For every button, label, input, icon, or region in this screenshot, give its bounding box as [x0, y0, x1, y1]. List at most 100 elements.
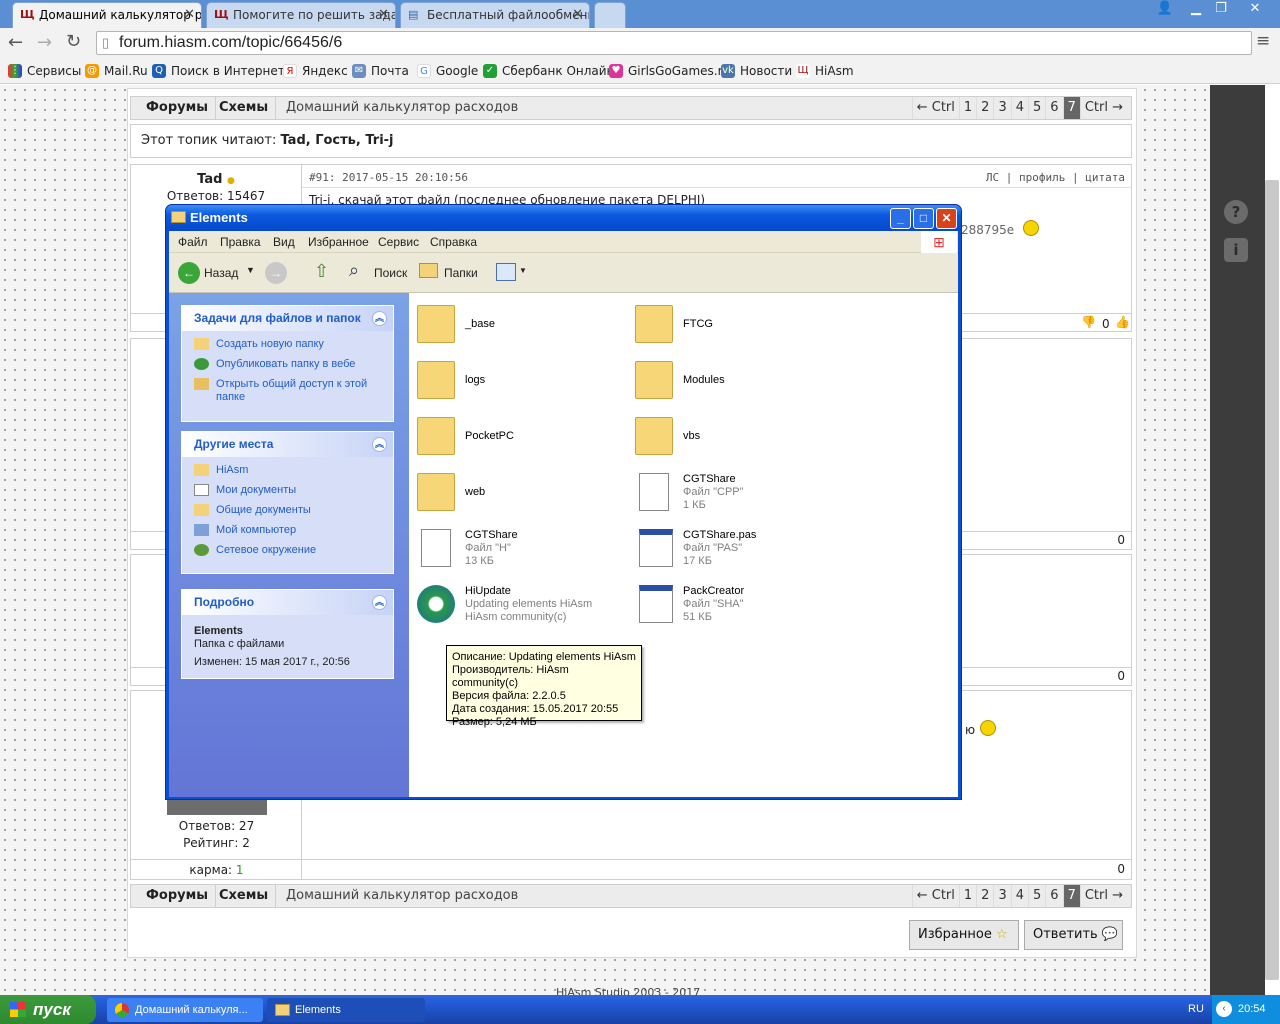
- bookmark-yandex[interactable]: Я Яндекс: [283, 62, 348, 80]
- close-window-icon[interactable]: ✕: [1240, 0, 1270, 18]
- collapse-icon[interactable]: ︽: [372, 311, 387, 326]
- page-link[interactable]: 2: [976, 885, 993, 907]
- forums-link[interactable]: Форумы: [139, 885, 216, 907]
- menu-edit[interactable]: Правка: [220, 231, 261, 253]
- menu-view[interactable]: Вид: [273, 231, 295, 253]
- bookmark-mail[interactable]: ✉ Почта: [352, 62, 409, 80]
- start-button[interactable]: пуск: [0, 995, 96, 1024]
- close-tab-icon[interactable]: ✕: [378, 3, 389, 27]
- bookmark-girlsgogames[interactable]: ♥ GirlsGoGames.ru: [609, 62, 730, 80]
- forums-link[interactable]: Форумы: [139, 97, 216, 119]
- page-link[interactable]: 3: [993, 885, 1010, 907]
- folder-item[interactable]: logs: [417, 357, 627, 405]
- reload-icon[interactable]: ↻: [66, 31, 81, 52]
- post-actions[interactable]: ЛС | профиль | цитата: [986, 171, 1125, 184]
- tray-expand-icon[interactable]: ‹: [1216, 1001, 1232, 1017]
- next-page-link[interactable]: Ctrl →: [1079, 885, 1127, 907]
- file-item[interactable]: CGTShare Файл "H" 13 КБ: [417, 525, 627, 573]
- place-network[interactable]: Сетевое окружение: [182, 544, 393, 557]
- reply-button[interactable]: Ответить 💬: [1024, 920, 1123, 950]
- task-publish-web[interactable]: Опубликовать папку в вебе: [182, 358, 393, 371]
- search-button[interactable]: Поиск: [374, 266, 407, 280]
- back-button[interactable]: Назад: [204, 266, 238, 280]
- info-icon[interactable]: i: [1224, 238, 1248, 262]
- dropdown-icon[interactable]: ▼: [246, 265, 255, 275]
- scrollbar-thumb[interactable]: [1265, 180, 1279, 980]
- maximize-icon[interactable]: □: [913, 208, 934, 229]
- bookmark-search[interactable]: Q Поиск в Интернете: [152, 62, 292, 80]
- close-icon[interactable]: ✕: [936, 208, 957, 229]
- restore-icon[interactable]: ❐: [1208, 0, 1234, 18]
- folder-item[interactable]: Modules: [635, 357, 845, 405]
- folder-item[interactable]: FTCG: [635, 301, 845, 349]
- schemes-link[interactable]: Схемы: [212, 885, 277, 907]
- dropdown-icon[interactable]: ▼: [519, 266, 527, 275]
- help-icon[interactable]: ?: [1224, 200, 1248, 224]
- folder-item[interactable]: vbs: [635, 413, 845, 461]
- schemes-link[interactable]: Схемы: [212, 97, 277, 119]
- thumb-down-icon[interactable]: 👎: [1081, 315, 1096, 329]
- page-link[interactable]: 4: [1010, 97, 1028, 119]
- search-icon[interactable]: ⌕: [349, 260, 359, 281]
- page-link[interactable]: 5: [1028, 97, 1045, 119]
- page-link[interactable]: 1: [958, 97, 976, 119]
- page-link[interactable]: 2: [976, 97, 993, 119]
- folder-item[interactable]: web: [417, 469, 627, 517]
- menu-help[interactable]: Справка: [430, 231, 477, 253]
- page-link[interactable]: 6: [1045, 885, 1062, 907]
- task-share-folder[interactable]: Открыть общий доступ к этой папке: [182, 378, 393, 404]
- menu-icon[interactable]: ≡: [1256, 31, 1270, 51]
- page-link[interactable]: 4: [1010, 885, 1028, 907]
- close-tab-icon[interactable]: ✕: [572, 3, 583, 27]
- task-new-folder[interactable]: Создать новую папку: [182, 338, 393, 351]
- place-my-computer[interactable]: Мой компьютер: [182, 524, 393, 537]
- prev-page-link[interactable]: ← Ctrl: [911, 97, 959, 119]
- file-item[interactable]: PackCreator Файл "SHA" 51 КБ: [635, 581, 845, 629]
- taskbar-chrome[interactable]: Домашний калькуля...: [107, 998, 263, 1022]
- page-link[interactable]: 6: [1045, 97, 1062, 119]
- thumb-up-icon[interactable]: 👍: [1115, 315, 1130, 329]
- tab-calculator[interactable]: Щ Домашний калькулятор ра ✕: [12, 2, 202, 28]
- favorites-button[interactable]: Избранное ☆: [909, 920, 1019, 950]
- menu-favorites[interactable]: Избранное: [308, 231, 369, 253]
- profile-icon[interactable]: 👤: [1152, 0, 1178, 18]
- forward-arrow-icon[interactable]: →: [37, 32, 52, 53]
- language-indicator[interactable]: RU: [1188, 995, 1204, 1024]
- place-shared-documents[interactable]: Общие документы: [182, 504, 393, 517]
- bookmark-services[interactable]: ⋮ Сервисы: [8, 62, 81, 80]
- forward-arrow-icon[interactable]: →: [265, 262, 287, 284]
- prev-page-link[interactable]: ← Ctrl: [911, 885, 959, 907]
- close-tab-icon[interactable]: ✕: [184, 3, 195, 27]
- back-arrow-icon[interactable]: ←: [178, 262, 200, 284]
- address-bar[interactable]: ▯ forum.hiasm.com/topic/66456/6: [96, 31, 1252, 55]
- menu-file[interactable]: Файл: [178, 231, 208, 253]
- menu-tools[interactable]: Сервис: [378, 231, 419, 253]
- taskbar-elements[interactable]: Elements: [267, 998, 425, 1022]
- folder-item[interactable]: _base: [417, 301, 627, 349]
- minimize-icon[interactable]: ▁: [1183, 0, 1209, 18]
- new-tab-button[interactable]: [594, 2, 626, 28]
- bookmark-hiasm[interactable]: Щ HiAsm: [796, 62, 854, 80]
- bookmark-mailru[interactable]: @ Mail.Ru: [85, 62, 148, 80]
- bookmark-sberbank[interactable]: ✓ Сбербанк Онлайн: [483, 62, 614, 80]
- folder-item[interactable]: PocketPC: [417, 413, 627, 461]
- tab-help[interactable]: Щ Помогите по решить задач ✕: [206, 2, 396, 28]
- views-icon[interactable]: [496, 263, 516, 281]
- collapse-icon[interactable]: ︽: [372, 595, 387, 610]
- place-my-documents[interactable]: Мои документы: [182, 484, 393, 497]
- bookmark-google[interactable]: G Google: [417, 62, 478, 80]
- page-link[interactable]: 3: [993, 97, 1010, 119]
- page-link[interactable]: 1: [958, 885, 976, 907]
- up-folder-icon[interactable]: ⇧: [314, 261, 329, 282]
- tab-fileshare[interactable]: ▤ Бесплатный файлообменн ✕: [400, 2, 590, 28]
- file-item[interactable]: CGTShare.pas Файл "PAS" 17 КБ: [635, 525, 845, 573]
- place-hiasm[interactable]: HiAsm: [182, 464, 393, 477]
- next-page-link[interactable]: Ctrl →: [1079, 97, 1127, 119]
- file-item[interactable]: HiUpdate Updating elements HiAsm HiAsm c…: [417, 581, 627, 629]
- bookmark-news[interactable]: vk Новости: [721, 62, 792, 80]
- folders-button[interactable]: Папки: [444, 266, 478, 280]
- collapse-icon[interactable]: ︽: [372, 437, 387, 452]
- back-arrow-icon[interactable]: ←: [8, 32, 23, 53]
- minimize-icon[interactable]: _: [890, 208, 911, 229]
- file-item[interactable]: CGTShare Файл "CPP" 1 КБ: [635, 469, 845, 517]
